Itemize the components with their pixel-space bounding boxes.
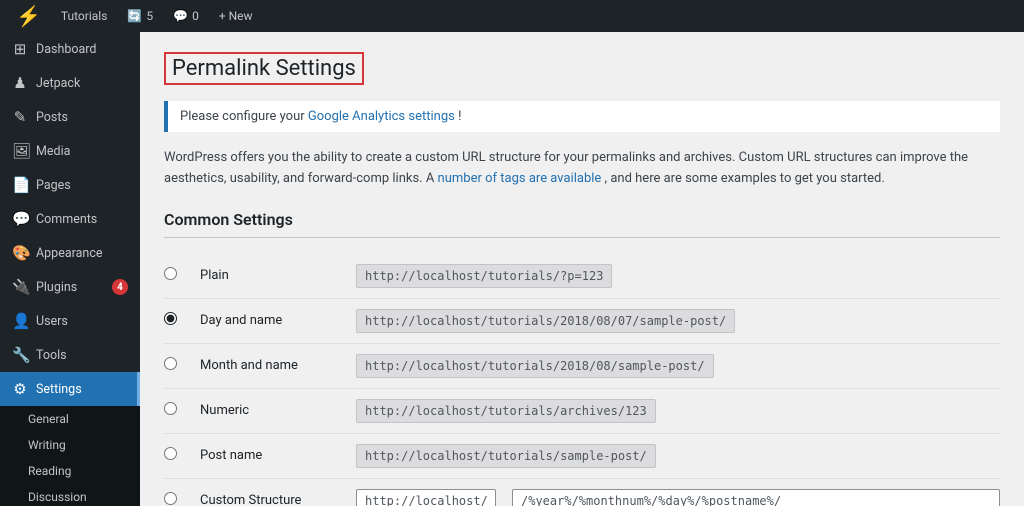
sidebar-item-jetpack[interactable]: ♟ Jetpack — [0, 66, 140, 100]
pages-icon: 📄 — [12, 176, 28, 194]
sidebar-item-label: Users — [36, 314, 68, 329]
content-area: Permalink Settings Please configure your… — [140, 32, 1024, 506]
comments-nav-icon: 💬 — [12, 210, 28, 228]
plugins-icon: 🔌 — [12, 278, 28, 296]
submenu-item-label: Reading — [28, 464, 71, 478]
radio-day-and-name[interactable] — [164, 312, 177, 325]
url-numeric: http://localhost/tutorials/archives/123 — [356, 399, 656, 423]
plugins-badge: 4 — [112, 279, 128, 295]
submenu-item-writing[interactable]: Writing — [0, 432, 140, 458]
label-numeric: Numeric — [200, 403, 340, 418]
sidebar-item-posts[interactable]: ✎ Posts — [0, 100, 140, 134]
notice-banner: Please configure your Google Analytics s… — [164, 101, 1000, 132]
permalink-row-numeric: Numeric http://localhost/tutorials/archi… — [164, 389, 1000, 434]
url-plain: http://localhost/tutorials/?p=123 — [356, 264, 612, 288]
submenu-item-reading[interactable]: Reading — [0, 458, 140, 484]
sidebar-item-users[interactable]: 👤 Users — [0, 304, 140, 338]
sidebar-item-media[interactable]: 🖼 Media — [0, 134, 140, 168]
sidebar-item-label: Plugins — [36, 280, 77, 295]
submenu-item-label: Writing — [28, 438, 66, 452]
sidebar-item-pages[interactable]: 📄 Pages — [0, 168, 140, 202]
wp-logo-item[interactable]: ⚡ — [8, 0, 49, 32]
sidebar-item-label: Tools — [36, 348, 67, 363]
admin-bar: ⚡ Tutorials 🔄 5 💬 0 + New — [0, 0, 1024, 32]
site-name: Tutorials — [61, 9, 108, 23]
custom-base-url-input[interactable] — [356, 489, 496, 506]
label-day-and-name: Day and name — [200, 313, 340, 328]
main-layout: ⊞ Dashboard ♟ Jetpack ✎ Posts 🖼 Media 📄 … — [0, 32, 1024, 506]
sidebar-item-label: Appearance — [36, 246, 103, 261]
permalink-row-plain: Plain http://localhost/tutorials/?p=123 — [164, 254, 1000, 299]
description-after: , and here are some examples to get you … — [605, 171, 885, 186]
url-day-and-name: http://localhost/tutorials/2018/08/07/sa… — [356, 309, 735, 333]
sidebar: ⊞ Dashboard ♟ Jetpack ✎ Posts 🖼 Media 📄 … — [0, 32, 140, 506]
radio-month-and-name[interactable] — [164, 357, 177, 370]
label-plain: Plain — [200, 268, 340, 283]
url-post-name: http://localhost/tutorials/sample-post/ — [356, 444, 656, 468]
description-link[interactable]: number of tags are available — [438, 171, 602, 186]
sidebar-item-label: Pages — [36, 178, 71, 193]
common-settings-heading: Common Settings — [164, 210, 1000, 238]
notice-text-before: Please configure your — [180, 109, 308, 124]
sidebar-item-dashboard[interactable]: ⊞ Dashboard — [0, 32, 140, 66]
tools-icon: 🔧 — [12, 346, 28, 364]
sidebar-item-settings[interactable]: ⚙ Settings — [0, 372, 140, 406]
comments-count: 0 — [192, 9, 199, 23]
sidebar-item-label: Jetpack — [36, 76, 80, 91]
comments-icon: 💬 — [173, 9, 188, 23]
label-post-name: Post name — [200, 448, 340, 463]
appearance-icon: 🎨 — [12, 244, 28, 262]
radio-numeric[interactable] — [164, 402, 177, 415]
new-item[interactable]: + New — [211, 0, 261, 32]
sidebar-item-label: Comments — [36, 212, 97, 227]
permalink-row-post-name: Post name http://localhost/tutorials/sam… — [164, 434, 1000, 479]
updates-count: 5 — [146, 9, 153, 23]
label-custom-structure: Custom Structure — [200, 493, 340, 506]
submenu-item-label: Discussion — [28, 490, 87, 504]
jetpack-icon: ♟ — [12, 74, 28, 92]
comments-item[interactable]: 💬 0 — [165, 0, 207, 32]
submenu-item-discussion[interactable]: Discussion — [0, 484, 140, 506]
submenu-item-general[interactable]: General — [0, 406, 140, 432]
custom-tags-input[interactable] — [512, 489, 1000, 506]
media-icon: 🖼 — [12, 142, 28, 160]
page-title: Permalink Settings — [164, 52, 364, 85]
radio-plain[interactable] — [164, 267, 177, 280]
notice-text-after: ! — [458, 109, 461, 124]
wp-logo-icon: ⚡ — [16, 4, 41, 28]
settings-icon: ⚙ — [12, 380, 28, 398]
updates-item[interactable]: 🔄 5 — [119, 0, 161, 32]
permalink-row-month-and-name: Month and name http://localhost/tutorial… — [164, 344, 1000, 389]
updates-icon: 🔄 — [127, 9, 142, 23]
sidebar-item-tools[interactable]: 🔧 Tools — [0, 338, 140, 372]
sidebar-item-appearance[interactable]: 🎨 Appearance — [0, 236, 140, 270]
dashboard-icon: ⊞ — [12, 40, 28, 58]
sidebar-item-plugins[interactable]: 🔌 Plugins 4 — [0, 270, 140, 304]
permalink-row-day-and-name: Day and name http://localhost/tutorials/… — [164, 299, 1000, 344]
settings-submenu: General Writing Reading Discussion Media… — [0, 406, 140, 506]
new-label: + New — [219, 9, 253, 23]
radio-post-name[interactable] — [164, 447, 177, 460]
notice-link[interactable]: Google Analytics settings — [308, 109, 455, 124]
users-icon: 👤 — [12, 312, 28, 330]
submenu-item-label: General — [28, 412, 69, 426]
sidebar-item-label: Media — [36, 144, 70, 159]
label-month-and-name: Month and name — [200, 358, 340, 373]
sidebar-item-label: Settings — [36, 382, 82, 397]
radio-custom-structure[interactable] — [164, 492, 177, 505]
posts-icon: ✎ — [12, 108, 28, 126]
permalink-row-custom: Custom Structure — [164, 479, 1000, 506]
sidebar-item-label: Posts — [36, 110, 68, 125]
site-name-item[interactable]: Tutorials — [53, 0, 116, 32]
sidebar-item-label: Dashboard — [36, 42, 96, 57]
description-text: WordPress offers you the ability to crea… — [164, 148, 1000, 190]
sidebar-item-comments[interactable]: 💬 Comments — [0, 202, 140, 236]
url-month-and-name: http://localhost/tutorials/2018/08/sampl… — [356, 354, 714, 378]
